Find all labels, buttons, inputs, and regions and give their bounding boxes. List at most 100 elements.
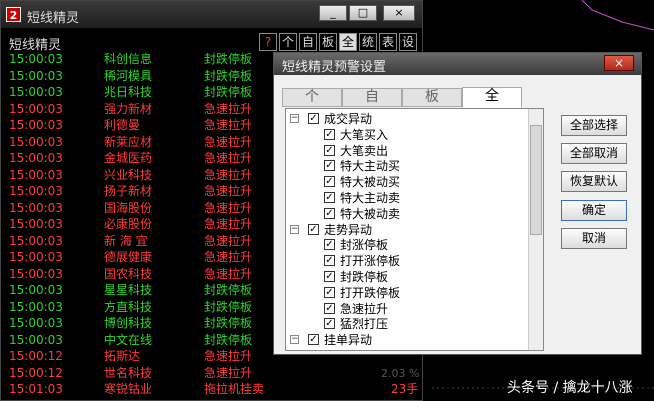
stock-name[interactable]: 拓斯达 — [104, 348, 140, 364]
minimize-button[interactable]: _ — [319, 5, 347, 21]
tab-all[interactable]: 全 — [339, 33, 357, 51]
checkbox[interactable]: ✓ — [324, 128, 335, 140]
alert-row[interactable]: 15:00:12 拓斯达 急速拉升 — [1, 348, 281, 364]
stock-name[interactable]: 博创科技 — [104, 315, 152, 331]
alert-row[interactable]: 15:00:03 德展健康 急速拉升 — [1, 249, 281, 265]
checkbox[interactable]: ✓ — [324, 160, 335, 172]
checkbox[interactable]: ✓ — [324, 192, 335, 203]
checkbox[interactable]: ✓ — [324, 255, 335, 267]
checkbox[interactable]: ✓ — [324, 207, 335, 219]
alert-type: 急速拉升 — [204, 134, 253, 149]
alert-time: 15:00:03 — [9, 85, 63, 99]
alert-time: 15:01:03 — [9, 382, 63, 396]
dialog-title-bar[interactable]: 短线精灵预警设置 × — [274, 53, 641, 75]
stock-name[interactable]: 新 海 宜 — [104, 233, 148, 249]
collapse-toggle-icon[interactable]: − — [290, 114, 299, 123]
alert-row[interactable]: 15:00:12 世名科技 急速拉升 — [1, 365, 281, 381]
checkbox[interactable]: ✓ — [324, 302, 335, 314]
stock-name[interactable]: 金城医药 — [104, 150, 152, 166]
app-icon: 2 — [6, 7, 21, 22]
close-button[interactable]: × — [383, 5, 415, 21]
alert-time: 15:00:03 — [9, 316, 63, 330]
alert-type-tree[interactable]: − ✓ 成交异动 ✓ 大笔买入 ✓ 大笔卖出 ✓ 特大主动买 ✓ 特大被动买 ✓ 特大主动卖 ✓ 特大被动卖… — [285, 108, 544, 351]
stock-name[interactable]: 新莱应材 — [104, 134, 152, 150]
alert-row[interactable]: 15:00:03 方直科技 封跌停板 — [1, 299, 281, 315]
alert-row[interactable]: 15:00:03 金城医药 急速拉升 — [1, 150, 281, 166]
stock-name[interactable]: 国海股份 — [104, 200, 152, 216]
alert-row[interactable]: 15:00:03 利德曼 急速拉升 — [1, 117, 281, 133]
deselect-all-button[interactable]: 全部取消 — [561, 143, 627, 164]
stats-button[interactable]: 统 — [359, 33, 377, 51]
tree-item-label: 特大主动买 — [340, 159, 401, 174]
alert-time: 15:00:03 — [9, 101, 63, 116]
alert-row[interactable]: 15:00:03 必康股份 急速拉升 — [1, 216, 281, 232]
stock-name[interactable]: 科创信息 — [104, 51, 152, 67]
alert-row[interactable]: 15:00:03 稀河模具 封跌停板 — [1, 68, 281, 84]
tab-self-selected[interactable]: 自 — [299, 33, 317, 51]
alert-row[interactable]: 15:00:03 科创信息 封跌停板 — [1, 51, 281, 67]
cancel-button[interactable]: 取消 — [561, 228, 627, 249]
alert-time: 15:00:03 — [9, 118, 63, 132]
tree-item-label: 打开跌停板 — [340, 285, 401, 300]
checkbox[interactable]: ✓ — [308, 113, 319, 124]
checkbox[interactable]: ✓ — [324, 176, 335, 188]
alert-row[interactable]: 15:00:03 博创科技 封跌停板 — [1, 315, 281, 331]
title-bar[interactable]: 2 短线精灵 _ □ × — [1, 1, 422, 28]
stock-name[interactable]: 寒锐钴业 — [104, 381, 152, 397]
checkbox[interactable]: ✓ — [308, 334, 319, 346]
tab-sector[interactable]: 板 — [319, 33, 337, 51]
scrollbar-thumb[interactable] — [530, 125, 542, 235]
tab-individual[interactable]: 个 — [279, 33, 297, 51]
select-all-button[interactable]: 全部选择 — [561, 115, 627, 136]
alert-row[interactable]: 15:00:03 新 海 宜 急速拉升 — [1, 233, 281, 249]
tree-scrollbar[interactable] — [528, 109, 543, 350]
alert-time: 15:00:03 — [9, 134, 63, 149]
settings-button[interactable]: 设 — [399, 33, 417, 51]
restore-defaults-button[interactable]: 恢复默认 — [561, 171, 627, 192]
dialog-tab-sector[interactable]: 板 — [402, 88, 462, 107]
stock-name[interactable]: 中文在线 — [104, 332, 152, 348]
checkbox[interactable]: ✓ — [324, 318, 335, 330]
stock-name[interactable]: 国农科技 — [104, 266, 152, 282]
dialog-tab-individual[interactable]: 个 — [282, 88, 342, 107]
stock-name[interactable]: 兴业科技 — [104, 167, 152, 183]
checkbox[interactable]: ✓ — [308, 223, 319, 235]
stock-name[interactable]: 星星科技 — [104, 282, 152, 298]
alert-row[interactable]: 15:00:03 星星科技 封跌停板 — [1, 282, 281, 298]
stock-name[interactable]: 德展健康 — [104, 249, 152, 265]
stock-name[interactable]: 方直科技 — [104, 299, 152, 315]
maximize-button[interactable]: □ — [349, 5, 377, 21]
tree-item-label: 猛烈打压 — [340, 317, 389, 332]
alert-row[interactable]: 15:00:03 新莱应材 急速拉升 — [1, 134, 281, 150]
alert-row[interactable]: 15:00:03 兆日科技 封跌停板 — [1, 84, 281, 100]
stock-name[interactable]: 稀河模具 — [104, 68, 152, 84]
stock-name[interactable]: 利德曼 — [104, 117, 140, 133]
checkbox[interactable]: ✓ — [324, 144, 335, 156]
help-button[interactable]: ? — [259, 33, 277, 51]
alert-row[interactable]: 15:00:03 国海股份 急速拉升 — [1, 200, 281, 216]
alert-row[interactable]: 15:00:03 强力新材 急速拉升 — [1, 101, 281, 117]
dialog-tab-all[interactable]: 全 — [462, 87, 522, 108]
stock-name[interactable]: 强力新材 — [104, 101, 152, 117]
checkbox[interactable]: ✓ — [324, 239, 335, 251]
ok-button[interactable]: 确定 — [561, 200, 627, 221]
alert-row[interactable]: 15:01:03 寒锐钴业 拖拉机挂卖 23手 — [1, 381, 418, 397]
alert-row[interactable]: 15:00:03 中文在线 封跌停板 — [1, 332, 281, 348]
collapse-toggle-icon[interactable]: − — [290, 224, 299, 234]
checkbox[interactable]: ✓ — [324, 286, 335, 298]
dialog-close-button[interactable]: × — [604, 55, 634, 71]
alert-type: 封跌停板 — [204, 52, 253, 66]
alert-row[interactable]: 15:00:03 国农科技 急速拉升 — [1, 266, 281, 282]
alert-time: 15:00:03 — [9, 52, 63, 66]
stock-name[interactable]: 扬子新材 — [104, 183, 152, 199]
checkbox[interactable]: ✓ — [324, 271, 335, 282]
dialog-tab-self-selected[interactable]: 自 — [342, 88, 402, 107]
collapse-toggle-icon[interactable]: − — [290, 335, 299, 345]
alert-row[interactable]: 15:00:03 兴业科技 急速拉升 — [1, 167, 281, 183]
alert-type: 急速拉升 — [204, 217, 253, 231]
stock-name[interactable]: 兆日科技 — [104, 84, 152, 100]
stock-name[interactable]: 世名科技 — [104, 365, 152, 381]
table-button[interactable]: 表 — [379, 33, 397, 51]
stock-name[interactable]: 必康股份 — [104, 216, 152, 232]
alert-row[interactable]: 15:00:03 扬子新材 急速拉升 — [1, 183, 281, 199]
